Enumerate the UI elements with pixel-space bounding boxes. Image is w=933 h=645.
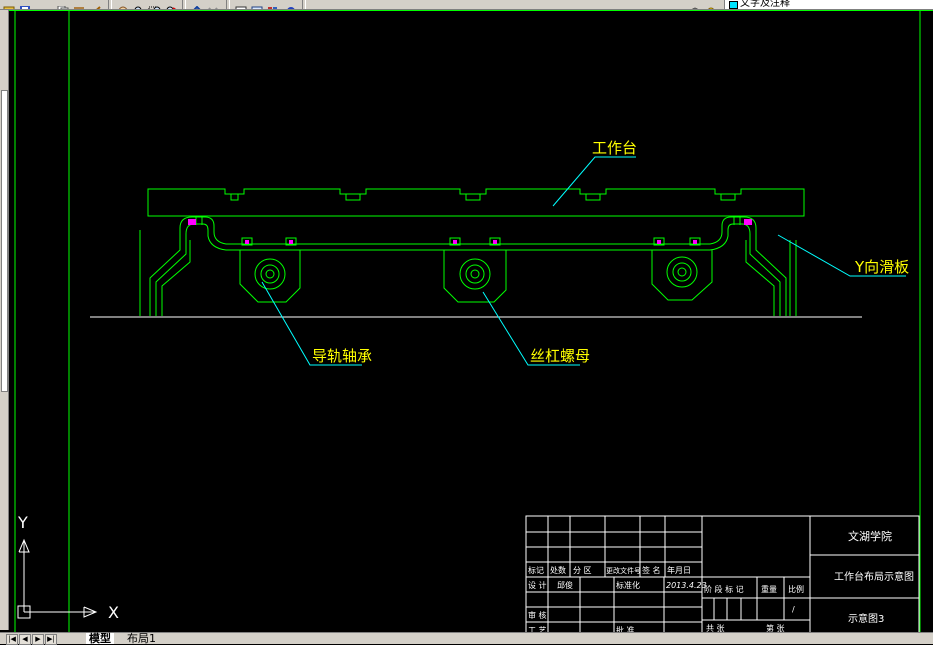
ucs-icon	[17, 538, 98, 619]
tb-stage-label: 阶 段 标 记	[704, 584, 744, 594]
zoom-icon[interactable]	[132, 0, 146, 9]
ucs-x-label: X	[108, 603, 119, 622]
tb-designer-label: 设 计	[528, 580, 547, 590]
cut-icon[interactable]	[40, 0, 54, 9]
tb-designer: 邱俊	[557, 580, 573, 590]
tb-school: 文湖学院	[848, 529, 892, 543]
label-screw-nut: 丝杠螺母	[530, 347, 590, 365]
screw-nut-housing	[443, 250, 507, 303]
undo-icon[interactable]	[190, 0, 204, 9]
tb-weight-label: 重量	[761, 584, 777, 594]
tb-sheet-label: 共 张	[706, 624, 725, 632]
paste-icon[interactable]	[72, 0, 86, 9]
tb-title: 工作台布局示意图	[834, 570, 914, 583]
toolbar-separator	[302, 0, 306, 9]
layer-name: 文字及注释	[740, 0, 790, 9]
tb-row-label-3: 更改文件号	[606, 566, 641, 575]
leader-lines	[261, 156, 906, 366]
ucs-y-label: Y	[17, 513, 28, 532]
copy-icon[interactable]	[56, 0, 70, 9]
worktable	[147, 188, 805, 217]
zoom-window-icon[interactable]	[148, 0, 162, 9]
tb-row-label-4: 签 名	[642, 565, 661, 575]
tb-review-label: 审 核	[528, 610, 547, 620]
tb-approve-label: 批 准	[616, 625, 635, 632]
tab-layout1[interactable]: 布局1	[124, 633, 159, 645]
tb-date: 2013.4.23	[666, 581, 707, 590]
guide-bearing-housing	[239, 250, 713, 303]
layer-state-icon[interactable]	[706, 0, 720, 9]
tool-palette-icon[interactable]	[266, 0, 280, 9]
first-tab-button[interactable]: |◀	[6, 634, 18, 645]
y-slide	[139, 216, 797, 316]
open-icon[interactable]	[2, 0, 16, 9]
drawing-frame	[9, 10, 933, 632]
properties-icon[interactable]	[234, 0, 248, 9]
match-icon[interactable]	[90, 0, 104, 9]
layer-color-swatch	[729, 1, 738, 9]
label-y-slide: Y向滑板	[854, 258, 909, 276]
toolbar-separator	[108, 0, 112, 9]
bolt	[744, 219, 752, 225]
tab-model[interactable]: 模型	[86, 633, 114, 645]
last-tab-button[interactable]: ▶|	[45, 634, 57, 645]
label-worktable: 工作台	[592, 139, 637, 157]
tb-row-label-0: 标记	[528, 565, 544, 575]
title-block-text: 标记 处数 分 区 更改文件号 签 名 年月日 设 计 邱俊 标准化 2013.…	[528, 529, 914, 632]
bolt	[188, 219, 196, 225]
save-icon[interactable]	[18, 0, 32, 9]
next-tab-button[interactable]: ▶	[32, 634, 44, 645]
tb-drawing-no: 示意图3	[848, 612, 884, 625]
bolts	[188, 219, 752, 246]
prev-tab-button[interactable]: ◀	[19, 634, 31, 645]
tb-scale-value: /	[792, 605, 795, 614]
zoom-previous-icon[interactable]	[164, 0, 178, 9]
tb-sheet-of: 第 张	[766, 623, 785, 632]
tb-row-label-1: 处数	[550, 565, 566, 575]
vertical-scrollbar[interactable]	[0, 10, 9, 630]
design-center-icon[interactable]	[250, 0, 264, 9]
toolbar-separator	[226, 0, 230, 9]
standard-toolbar: 文字及注释	[0, 0, 933, 10]
scrollbar-thumb[interactable]	[1, 90, 8, 392]
pan-icon[interactable]	[116, 0, 130, 9]
help-icon[interactable]	[284, 0, 298, 9]
redo-icon[interactable]	[206, 0, 220, 9]
tb-row-label-2: 分 区	[573, 566, 592, 575]
layer-icon[interactable]	[688, 0, 702, 9]
label-guide-bearing: 导轨轴承	[312, 347, 372, 365]
toolbar-separator	[182, 0, 186, 9]
tb-row-label-5: 年月日	[667, 565, 691, 575]
drawing-canvas[interactable]: 工作台 Y向滑板 导轨轴承 丝杠螺母 Y X 标记 处数 分 区 更改文件号 签…	[9, 10, 933, 632]
layout-tab-bar: |◀ ◀ ▶ ▶| 模型 布局1	[0, 632, 933, 645]
tb-standardize-label: 标准化	[616, 580, 640, 590]
tb-scale-label: 比例	[788, 584, 804, 594]
layer-dropdown[interactable]: 文字及注释	[724, 0, 933, 9]
